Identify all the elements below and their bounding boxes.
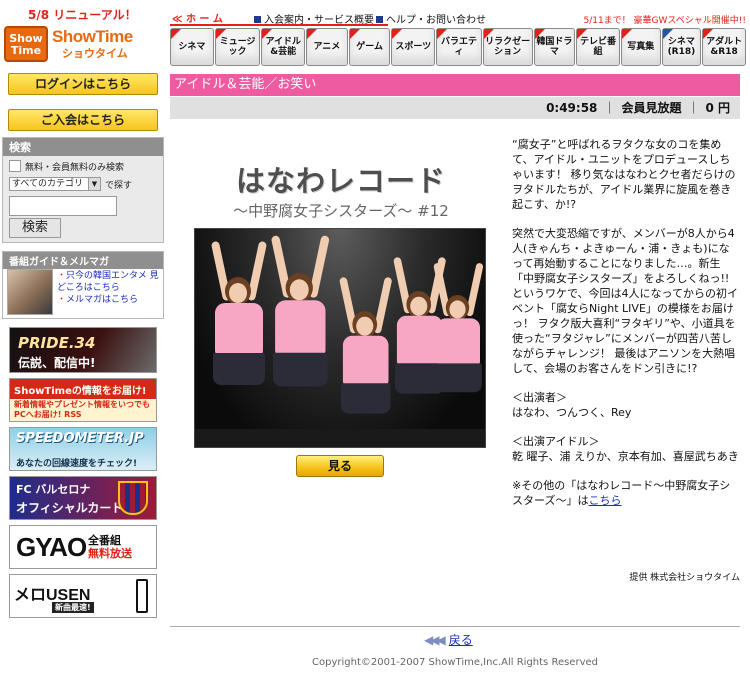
- guide-link-mailmag[interactable]: ・メルマガはこちら: [57, 294, 163, 306]
- free-only-row: 無料・会員無料のみ検索: [3, 156, 163, 173]
- nav-help[interactable]: ヘルプ・お問い合わせ: [376, 11, 486, 26]
- program-description: “腐女子”と呼ばれるヲタクな女のコを集めて、アイドル・ユニットをプロデュースしち…: [512, 137, 740, 522]
- search-panel: 検索 無料・会員無料のみ検索 すべてのカテゴリ ▼ で探す 検索: [2, 137, 164, 243]
- keyword-input[interactable]: [9, 196, 117, 216]
- category-select[interactable]: すべてのカテゴリ ▼: [9, 177, 101, 191]
- program-guide-title: 番組ガイド＆メルマガ: [3, 252, 163, 269]
- genre-tab[interactable]: シネマ (R18): [661, 28, 702, 66]
- banner-usen-sub: 新曲最速!: [52, 602, 94, 613]
- banner-speed-title: SPEEDOMETER.JP: [16, 431, 144, 446]
- other-episodes-link[interactable]: こちら: [588, 494, 621, 507]
- fcb-crest-icon: [118, 481, 148, 515]
- guide-thumbnail[interactable]: [7, 269, 53, 315]
- banner-info-title: ShowTimeの情報をお届け!: [14, 386, 147, 397]
- banner-speed-sub: あなたの回線速度をチェック!: [16, 459, 138, 469]
- genre-tab[interactable]: 韓国ドラマ: [533, 28, 576, 66]
- dropdown-arrow-icon: ▼: [88, 178, 100, 190]
- banner-fc-barcelona[interactable]: FC バルセロナ オフィシャルカード: [9, 476, 157, 520]
- price-type: 会員見放題: [621, 101, 682, 115]
- gw-special-promo[interactable]: 5/11まで！ 豪華GWスペシャル開催中!!: [583, 13, 746, 26]
- banner-pride-sub: 伝説、配信中!: [18, 356, 96, 370]
- description-cast: ＜出演者＞ はなわ、つんつく、Rey: [512, 391, 632, 419]
- banner-info-body: 新着情報やプレゼント情報をいつでもPCへお届け! RSS: [10, 399, 156, 421]
- banner-gyao-title: GYAO: [16, 532, 87, 562]
- program-title-graphic: はなわレコード 〜中野腐女子シスターズ〜 #12: [196, 158, 486, 220]
- program-guide-panel: 番組ガイド＆メルマガ ・只今の韓国エンタメ 見どころはこちら ・メルマガはこちら: [2, 251, 164, 319]
- banner-showtime-info[interactable]: ShowTimeの情報をお届け! 新着情報やプレゼント情報をいつでもPCへお届け…: [9, 378, 157, 422]
- back-arrows-icon: ◀◀◀: [424, 633, 446, 647]
- bullet-icon: ・: [57, 295, 67, 305]
- square-bullet-icon: [376, 16, 383, 23]
- genre-tab[interactable]: ゲーム: [348, 28, 391, 66]
- genre-tab[interactable]: ミュージック: [214, 28, 261, 66]
- banner-fcb-title: FC バルセロナ: [16, 483, 91, 496]
- join-button[interactable]: ご入会はこちら: [8, 109, 158, 131]
- stage-floor: [195, 429, 485, 447]
- watch-button[interactable]: 見る: [296, 455, 384, 477]
- program-subtitle: 〜中野腐女子シスターズ〜 #12: [233, 202, 449, 220]
- banner-gyao[interactable]: GYAO 全番組 無料放送: [9, 525, 157, 569]
- description-idols: ＜出演アイドル＞ 乾 曜子、浦 えりか、京本有加、喜屋武ちあき: [512, 435, 739, 463]
- banner-fcb-sub: オフィシャルカード: [16, 501, 124, 515]
- logo-text: ShowTime ショウタイム: [52, 27, 133, 61]
- banner-gyao-text: 全番組 無料放送: [88, 534, 132, 560]
- genre-tab[interactable]: テレビ番組: [576, 28, 620, 66]
- logo-badge: Show Time: [4, 26, 48, 62]
- back-link[interactable]: ◀◀◀ 戻る: [424, 631, 473, 648]
- logo-name: ShowTime: [52, 27, 133, 46]
- provider-credit: 提供 株式会社ショウタイム: [629, 573, 740, 583]
- category-suffix: で探す: [105, 180, 133, 191]
- genre-tab[interactable]: リラクゼーション: [482, 28, 533, 66]
- renewal-notice: 5/8 リニューアル！: [28, 8, 137, 22]
- banner-pride-title: PRIDE.34: [18, 334, 96, 352]
- genre-tab[interactable]: シネマ: [170, 28, 214, 66]
- genre-tab[interactable]: バラエティ: [436, 28, 482, 66]
- genre-tab[interactable]: アニメ: [306, 28, 348, 66]
- genre-tab-bar: シネマ ミュージック アイドル &芸能 アニメ ゲーム スポーツ バラエティ リラクゼーション…: [170, 28, 746, 66]
- program-info-bar: 0:49:58 ｜会員見放題｜ 0 円: [170, 97, 740, 119]
- banner-speedometer[interactable]: SPEEDOMETER.JP あなたの回線速度をチェック!: [9, 427, 157, 471]
- genre-tab[interactable]: スポーツ: [391, 28, 436, 66]
- home-link[interactable]: ≪ ホ ー ム: [172, 10, 223, 25]
- copyright: Copyright©2001-2007 ShowTime,Inc.All Rig…: [312, 657, 598, 668]
- showtime-logo[interactable]: Show Time ShowTime ショウタイム: [4, 26, 162, 62]
- search-panel-title: 検索: [3, 138, 163, 156]
- description-detail: 突然で大変恐縮ですが、メンバーが8人から4人(きゃんち・よきゅーん・浦・きょも)…: [512, 227, 739, 375]
- login-button[interactable]: ログインはこちら: [8, 73, 158, 95]
- category-row: すべてのカテゴリ ▼ で探す: [3, 173, 163, 191]
- guide-links: ・只今の韓国エンタメ 見どころはこちら ・メルマガはこちら: [57, 270, 163, 306]
- mobile-phone-icon: [136, 579, 148, 613]
- genre-tab[interactable]: アイドル &芸能: [261, 28, 306, 66]
- search-button[interactable]: 検索: [9, 218, 61, 238]
- free-only-checkbox[interactable]: [9, 160, 21, 172]
- description-intro: “腐女子”と呼ばれるヲタクな女のコを集めて、アイドル・ユニットをプロデュースしち…: [512, 138, 736, 211]
- left-sidebar: ログインはこちら ご入会はこちら 検索 無料・会員無料のみ検索 すべてのカテゴリ…: [2, 70, 164, 618]
- genre-tab[interactable]: アダルト &R18: [702, 28, 746, 66]
- banner-pride[interactable]: PRIDE.34 伝説、配信中!: [9, 327, 157, 373]
- square-bullet-icon: [254, 16, 261, 23]
- program-title: はなわレコード: [235, 164, 446, 198]
- duration: 0:49:58: [546, 101, 598, 115]
- category-header: アイドル＆芸能／お笑い: [170, 74, 740, 96]
- header-rule: [170, 24, 388, 26]
- footer-rule: [170, 626, 740, 627]
- banner-melo-usen[interactable]: メロUSEN 新曲最速!: [9, 574, 157, 618]
- free-only-label: 無料・会員無料のみ検索: [25, 163, 125, 173]
- description-other: ※その他の「はなわレコード〜中野腐女子シスターズ〜」はこちら: [512, 479, 731, 507]
- price: 0 円: [705, 101, 730, 115]
- program-photo[interactable]: [194, 228, 486, 448]
- logo-kana: ショウタイム: [62, 47, 128, 60]
- site-logo-area: 5/8 リニューアル！ Show Time ShowTime ショウタイム: [4, 6, 162, 66]
- genre-tab[interactable]: 写真集: [620, 28, 661, 66]
- guide-link-korea[interactable]: ・只今の韓国エンタメ 見どころはこちら: [57, 270, 163, 294]
- bullet-icon: ・: [57, 271, 67, 281]
